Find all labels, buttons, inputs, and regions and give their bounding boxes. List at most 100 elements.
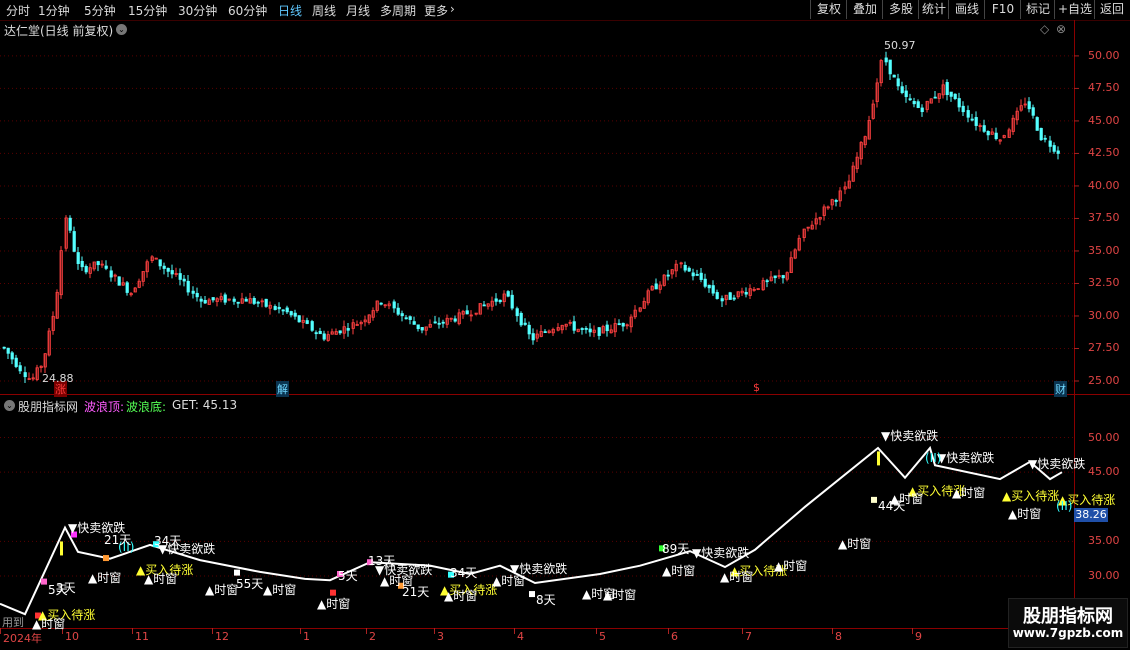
period-tab-5min[interactable]: 5分钟 [84,2,116,19]
candle-body [867,120,871,140]
candle-body [498,299,502,303]
candle-body [195,292,199,298]
candle-body [1015,110,1019,121]
fuquan-button[interactable]: 复权 [810,0,847,19]
period-tab-monthly[interactable]: 月线 [346,2,370,19]
date-axis-label: 12 [215,630,229,643]
candle-body [892,74,896,78]
close-icon[interactable]: ⊗ [1056,22,1066,36]
candle-body [535,333,539,339]
candle-body [670,269,674,275]
candle-body [568,321,572,324]
candle-body [1056,150,1060,154]
time-window-label: ▲时窗 [720,570,753,584]
candle-body [182,278,186,282]
candle-body [469,314,473,317]
candle-body [551,328,555,334]
chevron-down-icon[interactable]: ⌄ [4,400,15,411]
candle-body [629,316,633,328]
chevron-down-icon[interactable]: ⌄ [116,24,127,35]
marker-dividend-icon[interactable]: $ [752,381,761,394]
time-window-label: ▲时窗 [890,492,923,506]
diamond-icon[interactable]: ◇ [1040,22,1049,36]
candle-body [601,326,605,334]
chevron-right-icon[interactable]: › [450,2,455,16]
back-button[interactable]: 返回 [1094,0,1129,19]
candle-body [260,300,264,303]
candle-body [654,283,658,290]
overlay-button[interactable]: 叠加 [846,0,883,19]
time-window-label: ▲时窗 [582,587,615,601]
mark-button[interactable]: 标记 [1020,0,1055,19]
candle-body [18,365,22,372]
period-tab-30min[interactable]: 30分钟 [178,2,217,19]
candle-body [904,90,908,98]
wave-point-marker [871,496,877,503]
candle-body [576,328,580,332]
candle-body [756,288,760,290]
candle-body [59,250,63,296]
candle-body [982,125,986,132]
candle-body [920,107,924,113]
candle-body [666,274,670,277]
buy-signal-label: ▲买入待涨 [38,607,95,622]
candle-body [68,217,72,231]
candle-body [145,261,149,273]
period-tab-1min[interactable]: 1分钟 [38,2,70,19]
f10-button[interactable]: F10 [984,0,1021,19]
candle-body [76,252,80,264]
day-count-label: 34天 [154,534,181,548]
period-tab-15min[interactable]: 15分钟 [128,2,167,19]
candle-body [465,310,469,315]
candle-body [301,319,305,323]
day-count-label: 89天 [662,542,689,556]
candle-body [449,317,453,320]
period-tab-more[interactable]: 更多 [424,2,448,19]
period-tab-daily[interactable]: 日线 [278,2,302,19]
period-tab-weekly[interactable]: 周线 [312,2,336,19]
stats-button[interactable]: 统计 [918,0,949,19]
candle-body [728,292,732,300]
candle-body [843,186,847,190]
marker-finance-icon[interactable]: 财 [1054,381,1067,397]
candle-body [556,327,560,331]
sell-signal-label: ▼快卖欲跌 [1028,456,1085,471]
candle-body [597,327,601,336]
candle-body [285,307,289,313]
candle-body [703,278,707,287]
candle-body [338,330,342,334]
candle-body [170,270,174,275]
price-axis-tick: 32.50 [1088,276,1120,290]
candle-body [412,321,416,325]
candle-body [625,324,629,327]
add-favorite-button[interactable]: +自选 [1054,0,1095,19]
period-tab-60min[interactable]: 60分钟 [228,2,267,19]
day-count-label: 34天 [450,566,477,580]
candle-body [35,367,39,380]
period-tab-multi[interactable]: 多周期 [380,2,416,19]
candle-body [998,139,1002,142]
candle-body [248,298,252,304]
candle-body [1031,107,1035,116]
sell-signal-label: ▼快卖欲跌 [158,541,215,556]
draw-line-button[interactable]: 画线 [948,0,985,19]
wave-bottom-label: 波浪底: [126,400,167,414]
candle-body [363,319,367,323]
candle-body [830,199,834,206]
candle-body [211,297,215,301]
price-axis-tick: 45.00 [1088,113,1120,127]
candle-body [732,297,736,300]
candle-body [10,352,14,360]
candle-body [547,330,551,333]
multi-stock-button[interactable]: 多股 [882,0,919,19]
candle-body [232,298,236,302]
candle-body [318,330,322,335]
candle-body [572,321,576,331]
period-tab-fenshi[interactable]: 分时 [6,2,30,19]
candle-body [408,316,412,320]
price-axis-tick: 30.00 [1088,308,1120,322]
marker-unlock-icon[interactable]: 解 [276,381,289,397]
candle-body [847,180,851,189]
time-window-label: ▲时窗 [444,589,477,603]
candle-body [797,237,801,251]
